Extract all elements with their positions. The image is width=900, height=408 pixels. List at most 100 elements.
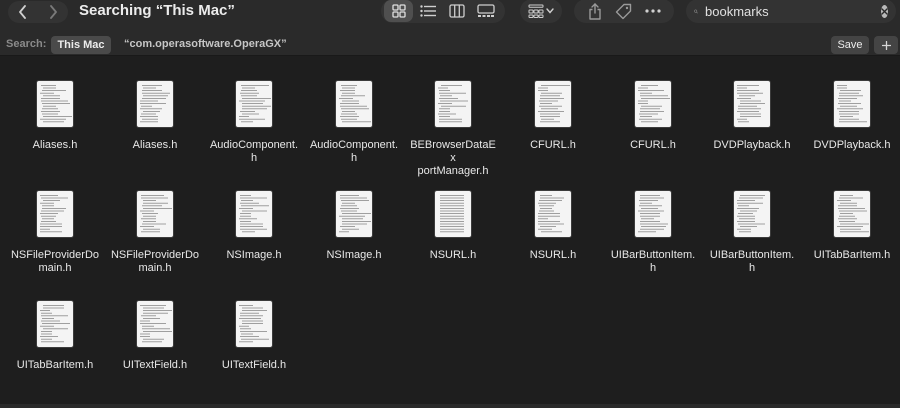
file-name-line: NSFileProviderDo	[110, 249, 200, 261]
document-thumbnail-icon	[336, 81, 372, 127]
file-name: NSImage.h	[309, 249, 399, 262]
column-view-icon	[448, 4, 465, 18]
document-thumbnail-icon	[336, 191, 372, 237]
forward-button[interactable]	[38, 1, 68, 23]
file-name: CFURL.h	[608, 139, 698, 152]
file-name: DVDPlayback.h	[707, 139, 797, 152]
column-view-button[interactable]	[442, 0, 471, 22]
file-name: NSImage.h	[209, 249, 299, 262]
file-item[interactable]: NSImage.h	[309, 191, 399, 262]
navigation-group	[8, 1, 68, 23]
file-name-line: AudioComponent.	[309, 139, 399, 151]
save-search-button[interactable]: Save	[831, 36, 869, 54]
file-item[interactable]: NSFileProviderDo main.h	[110, 191, 200, 275]
file-name-line: main.h	[38, 262, 72, 274]
search-scope-bar: Search: This Mac “com.operasoftware.Oper…	[0, 34, 900, 56]
list-view-button[interactable]	[413, 0, 442, 22]
file-item[interactable]: AudioComponent. h	[209, 81, 299, 165]
file-name: NSURL.h	[508, 249, 598, 262]
file-item[interactable]: DVDPlayback.h	[707, 81, 797, 152]
file-name-line: DVDPlayback.h	[813, 139, 891, 151]
back-button[interactable]	[8, 1, 38, 23]
icon-view-button[interactable]	[384, 0, 413, 22]
file-item[interactable]: CFURL.h	[508, 81, 598, 152]
share-icon	[588, 2, 601, 20]
file-item[interactable]: NSURL.h	[508, 191, 598, 262]
document-thumbnail-icon	[834, 191, 870, 237]
window-bottom-edge	[0, 404, 900, 408]
document-thumbnail-icon	[535, 191, 571, 237]
file-name-line: UITabBarItem.h	[16, 359, 94, 371]
document-thumbnail-icon	[635, 81, 671, 127]
file-name-line: UITabBarItem.h	[813, 249, 891, 261]
plus-icon	[881, 40, 891, 50]
file-name: NSFileProviderDo main.h	[110, 249, 200, 275]
file-name-line: h	[649, 262, 657, 274]
file-item[interactable]: Aliases.h	[10, 81, 100, 152]
file-item[interactable]: DVDPlayback.h	[807, 81, 897, 152]
group-by-button[interactable]	[520, 0, 562, 23]
file-name-line: UIBarButtonItem.	[610, 249, 696, 261]
file-item[interactable]: UIBarButtonItem. h	[707, 191, 797, 275]
file-item[interactable]: AudioComponent. h	[309, 81, 399, 165]
document-thumbnail-icon	[734, 191, 770, 237]
file-name-line: NSFileProviderDo	[10, 249, 100, 261]
document-thumbnail-icon	[137, 81, 173, 127]
file-name: UITextField.h	[209, 359, 299, 372]
file-name-line: h	[350, 152, 358, 164]
clear-search-button[interactable]	[881, 4, 888, 18]
search-field	[686, 0, 896, 23]
file-name: Aliases.h	[10, 139, 100, 152]
more-icon	[645, 9, 661, 13]
file-item[interactable]: CFURL.h	[608, 81, 698, 152]
file-name: Aliases.h	[110, 139, 200, 152]
file-name-line: h	[748, 262, 756, 274]
document-thumbnail-icon	[236, 81, 272, 127]
file-item[interactable]: UITextField.h	[209, 301, 299, 372]
scope-folder-button[interactable]: “com.operasoftware.OperaGX”	[124, 38, 287, 50]
document-thumbnail-icon	[834, 81, 870, 127]
file-name-line: BEBrowserDataEx	[410, 139, 496, 164]
file-name: AudioComponent. h	[309, 139, 399, 165]
file-name: AudioComponent. h	[209, 139, 299, 165]
search-input[interactable]	[705, 1, 881, 21]
actions-group	[574, 0, 674, 23]
tag-button[interactable]	[611, 0, 637, 22]
file-name-line: UITextField.h	[221, 359, 287, 371]
gallery-view-button[interactable]	[471, 0, 500, 22]
file-name: NSFileProviderDo main.h	[10, 249, 100, 275]
file-item[interactable]: UITabBarItem.h	[807, 191, 897, 262]
document-thumbnail-icon	[37, 301, 73, 347]
tag-icon	[616, 3, 632, 19]
file-item[interactable]: Aliases.h	[110, 81, 200, 152]
view-mode-group	[381, 0, 505, 23]
file-item[interactable]: UIBarButtonItem. h	[608, 191, 698, 275]
document-thumbnail-icon	[236, 301, 272, 347]
file-item[interactable]: NSImage.h	[209, 191, 299, 262]
file-item[interactable]: NSFileProviderDo main.h	[10, 191, 100, 275]
file-name-line: NSURL.h	[529, 249, 577, 261]
file-item[interactable]: UITextField.h	[110, 301, 200, 372]
file-item[interactable]: NSURL.h	[408, 191, 498, 262]
document-thumbnail-icon	[37, 81, 73, 127]
file-name: DVDPlayback.h	[807, 139, 897, 152]
file-name-line: DVDPlayback.h	[713, 139, 791, 151]
document-thumbnail-icon	[435, 191, 471, 237]
share-button[interactable]	[582, 0, 608, 22]
file-item[interactable]: BEBrowserDataEx portManager.h	[408, 81, 498, 178]
document-thumbnail-icon	[535, 81, 571, 127]
toolbar: Searching “This Mac”	[0, 0, 900, 38]
more-button[interactable]	[640, 0, 666, 22]
file-name: BEBrowserDataEx portManager.h	[408, 139, 498, 178]
file-name-line: portManager.h	[417, 165, 489, 177]
scope-this-mac-button[interactable]: This Mac	[51, 36, 111, 54]
file-name: CFURL.h	[508, 139, 598, 152]
document-thumbnail-icon	[236, 191, 272, 237]
chevron-right-icon	[50, 5, 57, 19]
add-criteria-button[interactable]	[874, 36, 898, 54]
document-thumbnail-icon	[137, 191, 173, 237]
file-name: UIBarButtonItem. h	[608, 249, 698, 275]
file-name-line: NSURL.h	[429, 249, 477, 261]
file-item[interactable]: UITabBarItem.h	[10, 301, 100, 372]
document-thumbnail-icon	[734, 81, 770, 127]
